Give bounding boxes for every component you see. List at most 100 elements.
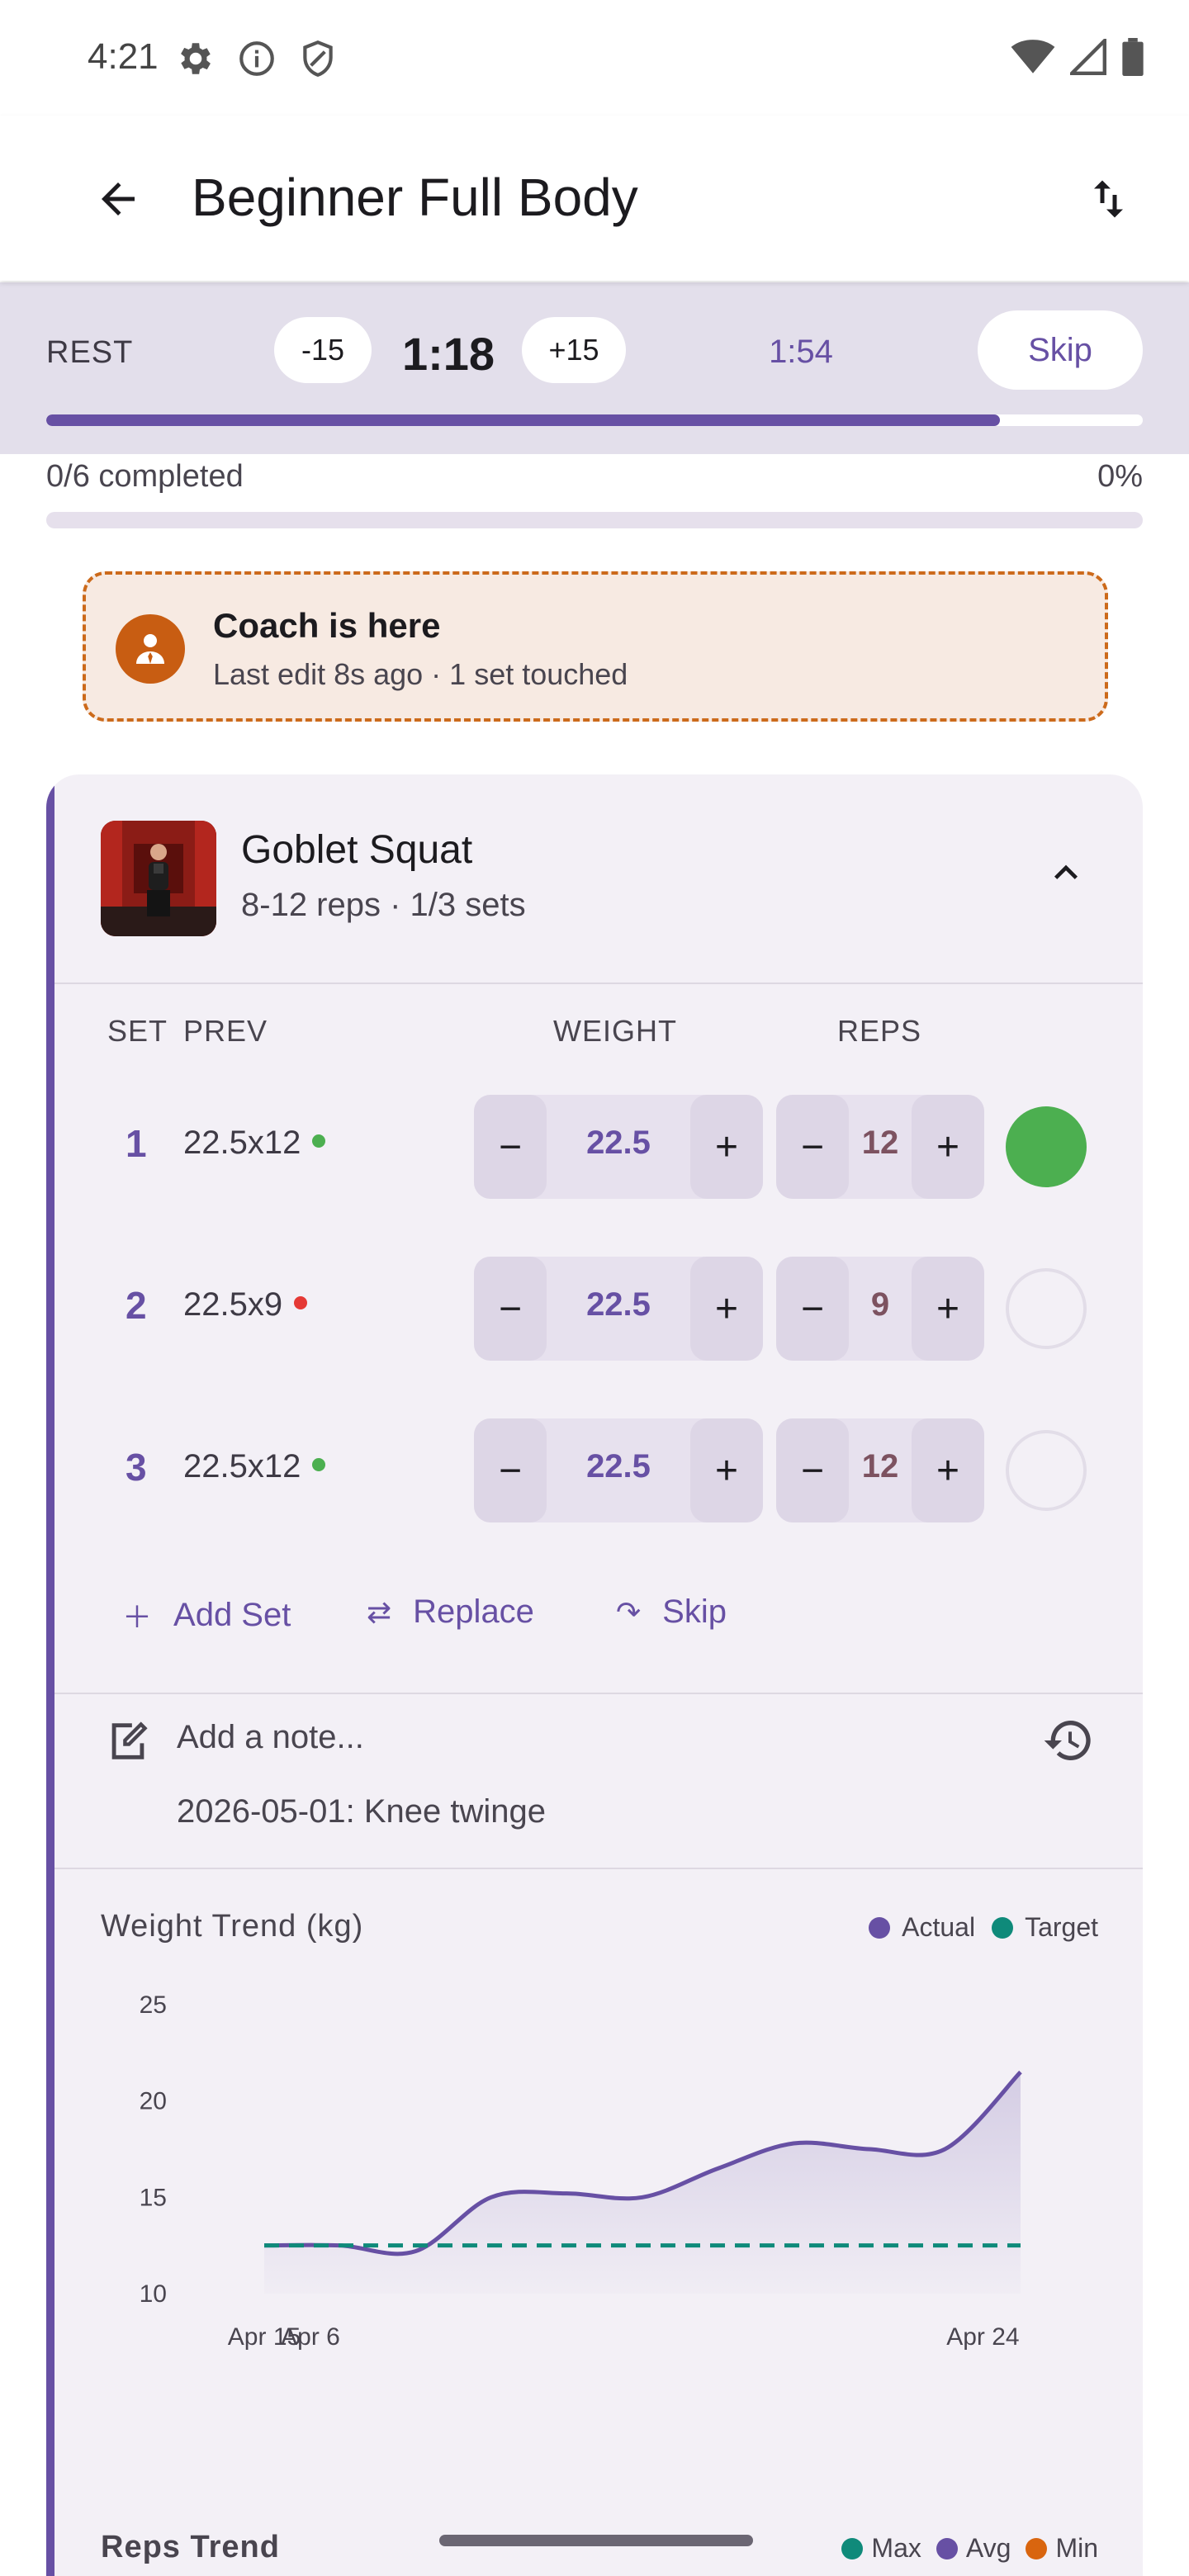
reps-value[interactable]: 12 (849, 1448, 912, 1485)
rest-time-remaining: 1:18 (401, 328, 495, 380)
back-button[interactable] (89, 170, 147, 228)
weight-increment-button[interactable]: + (690, 1418, 763, 1522)
legend-swatch-min (1026, 2537, 1048, 2559)
reps-decrement-button[interactable]: − (776, 1418, 849, 1522)
reps-stepper: − 12 + (776, 1095, 984, 1199)
replace-label: Replace (413, 1593, 534, 1630)
exercise-meta: 8-12 reps · 1/3 sets (241, 887, 526, 923)
set-complete-checkbox[interactable] (1006, 1268, 1087, 1349)
reps-increment-button[interactable]: + (912, 1257, 984, 1361)
legend-label-target: Target (1025, 1912, 1098, 1942)
legend-label-avg: Avg (965, 2533, 1011, 2563)
rest-skip-button[interactable]: Skip (978, 310, 1143, 390)
status-time: 4:21 (88, 36, 159, 77)
exercise-card: Goblet Squat 8-12 reps · 1/3 sets SET PR… (46, 774, 1143, 2576)
rest-minus-15-button[interactable]: -15 (274, 317, 372, 383)
arrow-left-icon (102, 182, 135, 215)
swap-horizontal-icon: ⇄ (367, 1594, 392, 1629)
weight-trend-chart: 25201510Apr 6Apr 15 Apr 24 (140, 1991, 1022, 2351)
set-previous: 22.5x9 (183, 1286, 308, 1324)
set-previous: 22.5x12 (183, 1448, 326, 1485)
reps-value[interactable]: 12 (849, 1125, 912, 1162)
coach-subtitle: Last edit 8s ago · 1 set touched (213, 657, 628, 691)
skip-label: Skip (662, 1593, 727, 1630)
reps-chart-legend: Max Avg Min (841, 2533, 1098, 2564)
weight-decrement-button[interactable]: − (474, 1257, 547, 1361)
weight-decrement-button[interactable]: − (474, 1095, 547, 1199)
set-number: 2 (126, 1284, 147, 1327)
info-icon (239, 41, 274, 76)
weight-increment-button[interactable]: + (690, 1257, 763, 1361)
note-input[interactable]: Add a note... (177, 1719, 364, 1756)
status-icons-left (175, 38, 339, 79)
signal-icon (1070, 39, 1106, 75)
reps-increment-button[interactable]: + (912, 1095, 984, 1199)
coach-title: Coach is here (213, 606, 441, 645)
redo-icon: ↷ (616, 1594, 642, 1629)
column-header-prev: PREV (183, 1014, 268, 1048)
skip-exercise-button[interactable]: ↷ Skip (616, 1593, 727, 1631)
set-previous: 22.5x12 (183, 1125, 326, 1162)
set-row: 1 22.5x12 − 22.5 + − 12 + (46, 1095, 1143, 1202)
legend-label-min: Min (1055, 2533, 1098, 2563)
weight-stepper: − 22.5 + (474, 1095, 763, 1199)
x-tick-label: Apr 15 (228, 2323, 301, 2351)
exercise-thumbnail[interactable] (101, 821, 216, 936)
reps-chart-title: Reps Trend (101, 2530, 280, 2564)
weight-chart-legend: Actual Target (869, 1912, 1098, 1943)
legend-swatch-max (841, 2537, 864, 2559)
add-set-button[interactable]: ＋ Add Set (122, 1593, 291, 1636)
reps-decrement-button[interactable]: − (776, 1095, 849, 1199)
wifi-icon (1011, 40, 1055, 73)
history-icon (1044, 1721, 1091, 1760)
column-header-weight: WEIGHT (553, 1014, 677, 1048)
reorder-button[interactable] (1082, 170, 1139, 228)
legend-swatch-actual (869, 1916, 891, 1939)
weight-value[interactable]: 22.5 (547, 1286, 690, 1324)
replace-button[interactable]: ⇄ Replace (367, 1593, 534, 1631)
home-gesture-handle[interactable] (439, 2535, 753, 2546)
shield-icon (303, 40, 333, 77)
weight-decrement-button[interactable]: − (474, 1418, 547, 1522)
rest-plus-15-button[interactable]: +15 (522, 317, 626, 383)
exercise-image (101, 821, 216, 936)
weight-chart-title: Weight Trend (kg) (101, 1909, 364, 1944)
reps-stepper: − 12 + (776, 1418, 984, 1522)
workout-progress-percent: 0% (1097, 459, 1143, 494)
set-row: 3 22.5x12 − 22.5 + − 12 + (46, 1418, 1143, 1526)
set-complete-checkbox[interactable] (1006, 1106, 1087, 1187)
y-tick-label: 15 (140, 2184, 167, 2211)
weight-increment-button[interactable]: + (690, 1095, 763, 1199)
reps-stepper: − 9 + (776, 1257, 984, 1361)
set-previous-value: 22.5x12 (183, 1125, 301, 1161)
status-icons-right (1011, 38, 1144, 76)
reps-increment-button[interactable]: + (912, 1418, 984, 1522)
y-tick-label: 20 (140, 2088, 167, 2115)
swap-vertical-icon (1094, 180, 1123, 218)
weight-stepper: − 22.5 + (474, 1418, 763, 1522)
app-bar: Beginner Full Body (0, 116, 1189, 281)
coach-banner: Coach is here Last edit 8s ago · 1 set t… (83, 571, 1108, 722)
weight-stepper: − 22.5 + (474, 1257, 763, 1361)
legend-swatch-avg (936, 2537, 958, 2559)
prev-status-dot (312, 1458, 326, 1472)
coach-avatar (116, 614, 185, 684)
rest-progress-fill (46, 414, 1001, 426)
reps-value[interactable]: 9 (849, 1286, 912, 1324)
history-button[interactable] (1042, 1714, 1095, 1771)
set-complete-checkbox[interactable] (1006, 1430, 1087, 1511)
collapse-button[interactable] (1037, 844, 1095, 902)
y-tick-label: 25 (140, 1991, 167, 2019)
prev-status-dot (312, 1134, 326, 1148)
workout-progress-bar (46, 512, 1143, 528)
add-set-label: Add Set (173, 1596, 291, 1633)
weight-value[interactable]: 22.5 (547, 1125, 690, 1162)
column-header-reps: REPS (837, 1014, 922, 1048)
legend-label-actual: Actual (902, 1912, 976, 1942)
rest-timer-bar: REST -15 1:18 +15 1:54 Skip (0, 282, 1189, 454)
workout-progress-text: 0/6 completed (46, 459, 244, 494)
weight-value[interactable]: 22.5 (547, 1448, 690, 1485)
exercise-name: Goblet Squat (241, 828, 473, 872)
reps-decrement-button[interactable]: − (776, 1257, 849, 1361)
set-row: 2 22.5x9 − 22.5 + − 9 + (46, 1257, 1143, 1364)
